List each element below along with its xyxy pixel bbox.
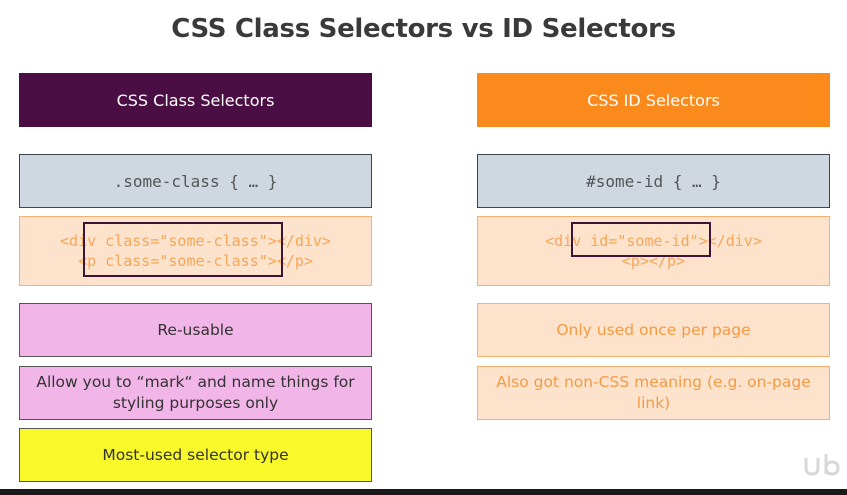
diagram-title: CSS Class Selectors vs ID Selectors (171, 14, 676, 44)
class-selectors-header: CSS Class Selectors (19, 73, 372, 127)
class-attribute-highlight (83, 222, 283, 277)
non-css-meaning-point: Also got non-CSS meaning (e.g. on-page l… (477, 366, 830, 420)
id-selectors-header: CSS ID Selectors (477, 73, 830, 127)
video-bottom-bar (0, 489, 847, 495)
class-selector-code: .some-class { … } (19, 154, 372, 208)
udemy-logo-icon (804, 454, 840, 476)
mark-things-point: Allow you to “mark“ and name things for … (19, 366, 372, 420)
id-selector-code: #some-id { … } (477, 154, 830, 208)
once-per-page-point: Only used once per page (477, 303, 830, 357)
reusable-point: Re-usable (19, 303, 372, 357)
id-attribute-highlight (571, 222, 711, 257)
most-used-point: Most-used selector type (19, 428, 372, 482)
